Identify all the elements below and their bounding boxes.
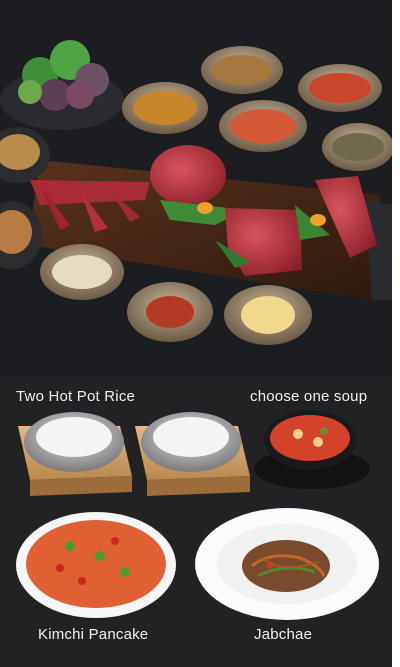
kimchi-pancake-plate xyxy=(16,512,176,618)
jabchae-caption: Jabchae xyxy=(254,626,313,643)
jabchae-plate xyxy=(195,508,379,620)
side-dishes-illustration xyxy=(16,410,379,620)
rice-caption: Two Hot Pot Rice xyxy=(16,388,136,405)
pancake-caption: Kimchi Pancake xyxy=(38,626,149,643)
menu-includes-panel: Two Hot Pot Rice choose one soup Kimchi … xyxy=(0,376,392,667)
soup-bowl xyxy=(254,410,370,489)
rice-pot-2 xyxy=(135,412,250,496)
page-margin xyxy=(392,0,400,667)
rice-pot-1 xyxy=(18,412,132,496)
meat-platter-illustration xyxy=(0,0,392,376)
meat-platter-photo xyxy=(0,0,392,376)
soup-caption: choose one soup xyxy=(250,388,368,405)
